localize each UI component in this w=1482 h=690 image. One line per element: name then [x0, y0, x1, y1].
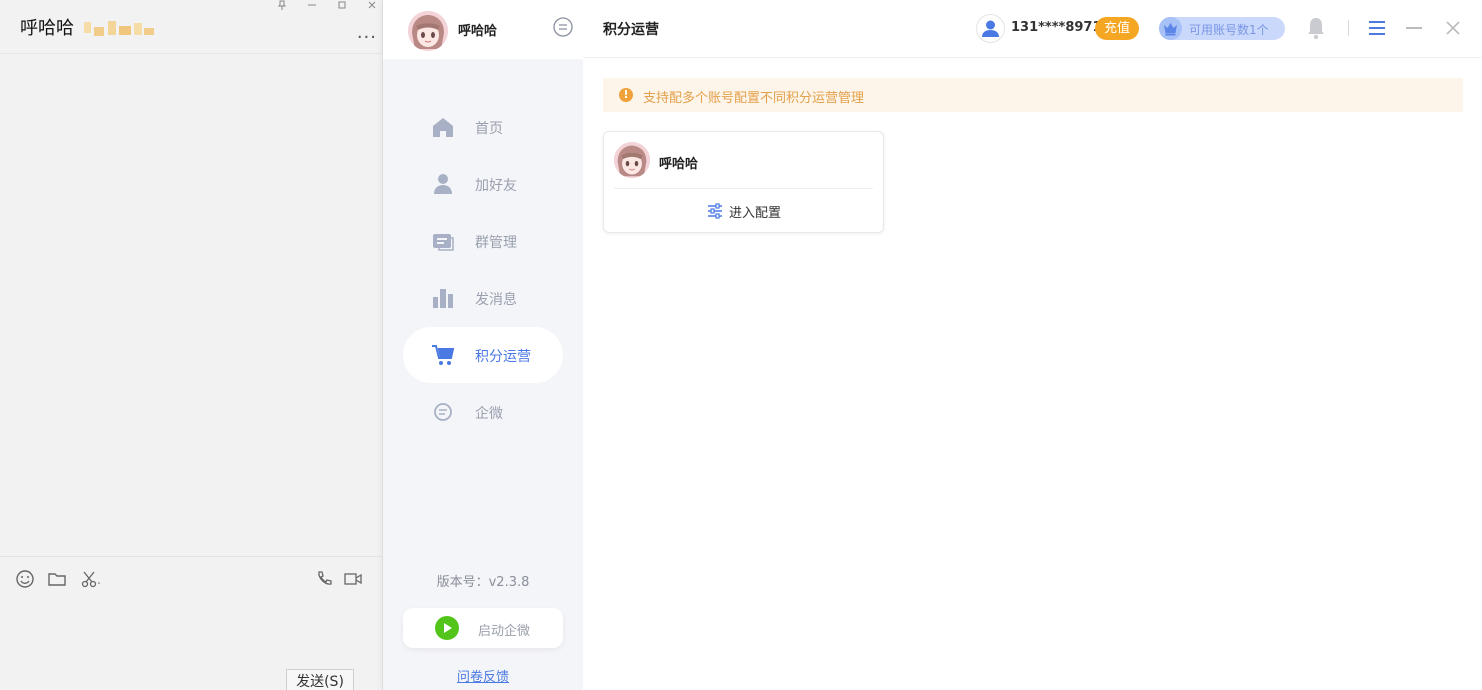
menu-icon[interactable]	[1368, 20, 1386, 36]
sidebar-item-label: 发消息	[475, 292, 517, 308]
cart-icon	[432, 345, 455, 365]
available-accounts-badge[interactable]: 可用账号数1个	[1159, 17, 1285, 40]
card-divider	[614, 188, 873, 189]
sidebar-item-home[interactable]: 首页	[403, 99, 563, 155]
version-label: 版本号：v2.3.8	[436, 575, 530, 590]
sliders-icon	[708, 203, 722, 219]
sidebar-item-send-message[interactable]: 发消息	[403, 270, 563, 326]
sidebar-item-points-ops[interactable]: 积分运营	[403, 327, 563, 383]
bell-icon[interactable]	[1305, 16, 1327, 40]
minimize-icon[interactable]	[1406, 27, 1422, 29]
sidebar-header: 呼哈哈	[383, 0, 583, 59]
avatar	[408, 11, 448, 51]
user-icon	[434, 174, 452, 194]
avatar	[614, 142, 650, 178]
app-root: 呼哈哈 ... 发送(S) 呼哈哈 首页 加好友 群管理 发消息 积分运营 企微…	[0, 0, 1482, 690]
notice-banner: ! 支持配多个账号配置不同积分运营管理	[603, 78, 1463, 112]
sidebar-item-wecom[interactable]: 企微	[403, 384, 563, 440]
enter-config-label: 进入配置	[729, 206, 782, 221]
group-icon	[433, 234, 454, 251]
redacted-text	[84, 19, 154, 36]
scissors-icon[interactable]	[80, 569, 100, 589]
chat-window: 呼哈哈 ... 发送(S)	[0, 0, 383, 690]
close-icon[interactable]	[367, 0, 377, 10]
phone-icon[interactable]	[315, 569, 335, 589]
warning-icon: !	[619, 88, 633, 102]
launch-wecom-button[interactable]: 启动企微	[403, 608, 563, 648]
sidebar-item-label: 企微	[475, 406, 503, 422]
close-icon[interactable]	[1444, 19, 1462, 37]
home-icon	[433, 118, 453, 137]
crown-icon	[1159, 17, 1182, 40]
video-icon[interactable]	[343, 569, 363, 589]
sidebar: 呼哈哈 首页 加好友 群管理 发消息 积分运营 企微 版本号：v2.3.8 启动…	[383, 0, 583, 690]
available-accounts-label: 可用账号数1个	[1189, 23, 1269, 37]
notice-text: 支持配多个账号配置不同积分运营管理	[643, 91, 865, 106]
page-title: 积分运营	[603, 22, 659, 38]
sidebar-item-add-friend[interactable]: 加好友	[403, 156, 563, 212]
top-bar: 积分运营 131****8971 充值 可用账号数1个	[583, 0, 1482, 58]
sidebar-item-label: 群管理	[475, 235, 517, 251]
sidebar-user-name: 呼哈哈	[458, 24, 498, 39]
sidebar-item-label: 积分运营	[475, 349, 531, 365]
bar-chart-icon	[433, 289, 453, 308]
sidebar-item-group-manage[interactable]: 群管理	[403, 213, 563, 269]
launch-label: 启动企微	[478, 624, 531, 639]
send-button[interactable]: 发送(S)	[286, 669, 354, 690]
sidebar-item-label: 加好友	[475, 178, 517, 194]
collapse-toggle-icon[interactable]	[553, 17, 573, 37]
main-panel: 积分运营 131****8971 充值 可用账号数1个 ! 支持配多个账号配置不…	[583, 0, 1482, 690]
chat-bubble-icon	[434, 403, 452, 421]
pin-icon[interactable]	[277, 0, 287, 10]
play-icon	[435, 616, 459, 640]
chat-title: 呼哈哈	[20, 18, 74, 39]
account-card-name: 呼哈哈	[659, 157, 699, 172]
window-controls	[277, 0, 383, 12]
folder-icon[interactable]	[47, 569, 67, 589]
maximize-icon[interactable]	[337, 0, 347, 10]
chat-header: 呼哈哈 ...	[0, 0, 383, 54]
minimize-icon[interactable]	[307, 0, 317, 10]
user-account-icon[interactable]	[976, 14, 1005, 43]
header-divider	[1348, 20, 1349, 36]
recharge-button[interactable]: 充值	[1095, 17, 1139, 40]
enter-config-button[interactable]: 进入配置	[604, 201, 883, 221]
sidebar-item-label: 首页	[475, 121, 503, 137]
more-button[interactable]: ...	[357, 22, 377, 43]
chat-toolbar	[0, 556, 383, 600]
account-card: 呼哈哈 进入配置	[603, 131, 884, 233]
account-phone: 131****8971	[1011, 20, 1102, 35]
emoji-icon[interactable]	[15, 569, 35, 589]
feedback-link[interactable]: 问卷反馈	[383, 666, 583, 685]
